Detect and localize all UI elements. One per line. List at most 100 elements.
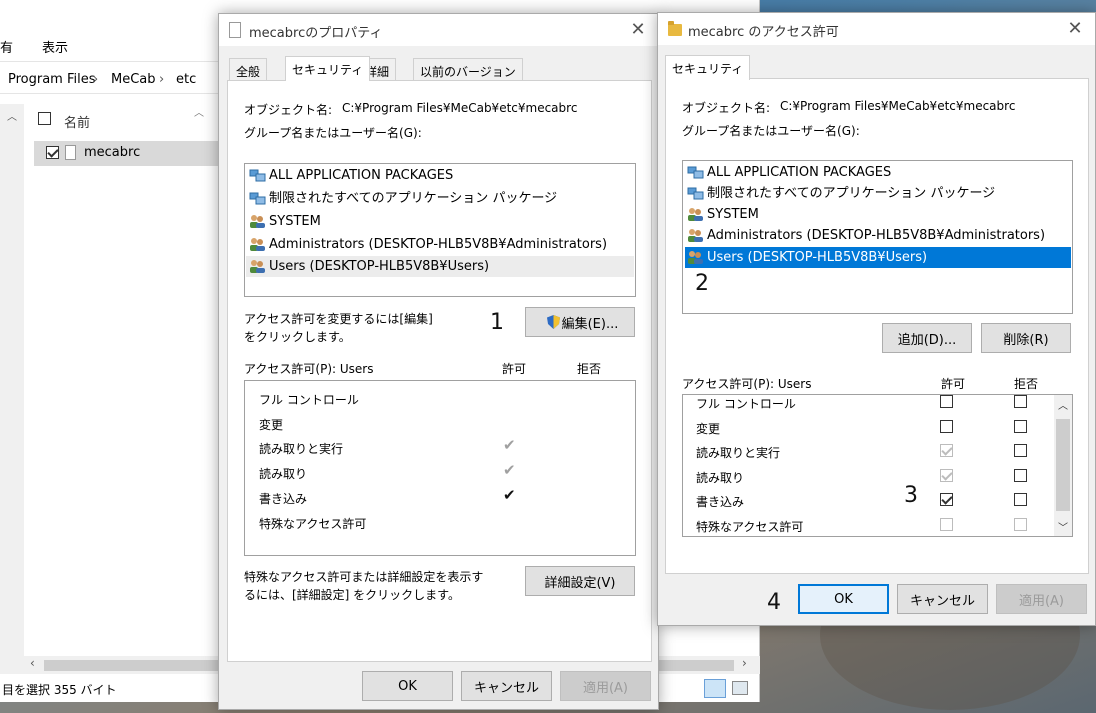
list-item[interactable]: 制限されたすべてのアプリケーション パッケージ [249, 188, 631, 209]
app-package-icon [249, 192, 266, 205]
tab-security[interactable]: セキュリティ [285, 56, 371, 81]
deny-header: 拒否 [1014, 377, 1039, 391]
close-icon[interactable]: ✕ [624, 17, 652, 43]
tab-general[interactable]: 全般 [229, 58, 268, 81]
scroll-thumb[interactable] [1056, 419, 1070, 511]
breadcrumb-program-files[interactable]: Program Files [8, 72, 96, 87]
principal-name: ALL APPLICATION PACKAGES [707, 165, 892, 180]
allow-checkbox[interactable] [940, 518, 953, 531]
list-item[interactable]: ALL APPLICATION PACKAGES [687, 162, 1070, 183]
apply-button[interactable]: 適用(A) [560, 671, 651, 701]
edit-hint-line1: アクセス許可を変更するには[編集] [244, 312, 433, 326]
inherited-check-icon: ✔ [503, 461, 516, 479]
ribbon-tab-share[interactable]: 有 [0, 37, 13, 56]
ok-button[interactable]: OK [798, 584, 889, 614]
deny-checkbox[interactable] [1014, 395, 1027, 408]
list-item[interactable]: SYSTEM [249, 211, 631, 232]
permission-name: 変更 [259, 418, 284, 432]
app-package-icon [687, 187, 704, 200]
tab-previous-versions[interactable]: 以前のバージョン [413, 58, 523, 81]
app-package-icon [687, 166, 704, 179]
app-package-icon [249, 169, 266, 182]
ribbon-tab-view[interactable]: 表示 [42, 37, 68, 56]
cancel-button[interactable]: キャンセル [897, 584, 988, 614]
permission-name: 特殊なアクセス許可 [259, 517, 367, 531]
deny-checkbox[interactable] [1014, 518, 1027, 531]
access-titlebar: mecabrc のアクセス許可 ✕ [658, 13, 1095, 45]
permissions-list[interactable]: フル コントロール 変更 読み取りと実行 読み取り 書き込み 特殊なアクセス許可 ︿ ﹀ [682, 394, 1073, 537]
select-all-checkbox[interactable] [38, 112, 51, 125]
allow-checkbox[interactable] [940, 468, 953, 482]
permissions-scrollbar[interactable]: ︿ ﹀ [1054, 395, 1072, 536]
list-item[interactable]: 制限されたすべてのアプリケーション パッケージ [687, 183, 1070, 204]
annotation-2: 2 [695, 271, 709, 296]
user-group-icon [250, 215, 265, 228]
permission-name: フル コントロール [696, 397, 796, 411]
list-item[interactable]: Administrators (DESKTOP-HLB5V8B¥Administ… [249, 234, 631, 255]
details-view-icon[interactable] [704, 679, 726, 698]
edit-hint-line2: をクリックします。 [244, 330, 351, 344]
principal-name: Users (DESKTOP-HLB5V8B¥Users) [707, 250, 928, 265]
annotation-4: 4 [767, 590, 781, 615]
large-icons-view-icon[interactable] [732, 681, 748, 695]
allow-checkbox[interactable] [940, 444, 953, 458]
permission-name: 読み取り [259, 467, 308, 481]
access-permissions-dialog: mecabrc のアクセス許可 ✕ セキュリティ オブジェクト名: C:¥Pro… [657, 12, 1096, 626]
principal-name: ALL APPLICATION PACKAGES [269, 168, 454, 183]
advanced-button[interactable]: 詳細設定(V) [525, 566, 635, 596]
permission-name: 書き込み [259, 492, 308, 506]
scroll-left-icon[interactable]: ‹ [30, 656, 35, 670]
list-item[interactable]: Administrators (DESKTOP-HLB5V8B¥Administ… [687, 225, 1070, 246]
annotation-1: 1 [490, 310, 504, 335]
explorer-vertical-scrollbar[interactable]: ︿ ﹀ [0, 104, 24, 674]
apply-button[interactable]: 適用(A) [996, 584, 1087, 614]
deny-checkbox[interactable] [1014, 468, 1027, 482]
tab-security[interactable]: セキュリティ [665, 55, 751, 80]
object-name-label: オブジェクト名: [682, 101, 771, 115]
deny-checkbox[interactable] [1014, 493, 1027, 507]
ok-button[interactable]: OK [362, 671, 453, 701]
permission-name: 読み取りと実行 [696, 446, 781, 461]
principal-name: 制限されたすべてのアプリケーション パッケージ [707, 186, 996, 201]
file-row[interactable]: mecabrc [34, 141, 224, 166]
user-group-icon [250, 260, 265, 273]
edit-button[interactable]: 編集(E)... [525, 307, 635, 337]
deny-checkbox[interactable] [1014, 444, 1027, 458]
allow-header: 許可 [502, 362, 527, 376]
principals-list[interactable]: ALL APPLICATION PACKAGES 制限されたすべてのアプリケーシ… [244, 163, 636, 297]
file-checkbox[interactable] [46, 146, 59, 159]
properties-dialog: mecabrcのプロパティ ✕ 全般 セキュリティ 詳細 以前のバージョン オブ… [218, 13, 659, 710]
folder-icon [668, 21, 682, 36]
close-icon[interactable]: ✕ [1061, 16, 1089, 42]
check-icon: ✔ [503, 486, 516, 504]
column-name-header[interactable]: 名前 [64, 112, 90, 131]
scroll-down-icon[interactable]: ﹀ [1058, 519, 1068, 534]
object-name-value: C:¥Program Files¥MeCab¥etc¥mecabrc [342, 101, 578, 115]
permission-name: 変更 [696, 421, 721, 436]
permission-name: 書き込み [696, 495, 745, 510]
deny-checkbox[interactable] [1014, 419, 1027, 433]
principal-name: Users (DESKTOP-HLB5V8B¥Users) [269, 259, 490, 274]
access-tab-panel: オブジェクト名: C:¥Program Files¥MeCab¥etc¥meca… [665, 78, 1089, 574]
principals-list[interactable]: ALL APPLICATION PACKAGES 制限されたすべてのアプリケーシ… [682, 160, 1073, 314]
cancel-button[interactable]: キャンセル [461, 671, 552, 701]
list-item-selected[interactable]: Users (DESKTOP-HLB5V8B¥Users) [246, 256, 634, 277]
security-tab-panel: オブジェクト名: C:¥Program Files¥MeCab¥etc¥meca… [227, 80, 652, 662]
breadcrumb-etc[interactable]: etc [176, 72, 196, 87]
list-item[interactable]: ALL APPLICATION PACKAGES [249, 165, 631, 186]
principal-name: SYSTEM [269, 214, 321, 229]
list-item-selected[interactable]: Users (DESKTOP-HLB5V8B¥Users) [685, 247, 1071, 268]
scroll-right-icon[interactable]: › [742, 656, 747, 670]
allow-checkbox[interactable] [940, 493, 953, 507]
permission-name: 読み取りと実行 [259, 442, 344, 456]
group-user-label: グループ名またはユーザー名(G): [244, 126, 422, 140]
remove-button[interactable]: 削除(R) [981, 323, 1071, 353]
allow-checkbox[interactable] [940, 395, 953, 408]
scroll-up-icon[interactable]: ︿ [1058, 397, 1068, 412]
advanced-hint-line1: 特殊なアクセス許可または詳細設定を表示す [244, 570, 484, 584]
edit-button-label: 編集(E)... [561, 316, 619, 332]
allow-checkbox[interactable] [940, 419, 953, 433]
breadcrumb-mecab[interactable]: MeCab [111, 72, 156, 87]
list-item[interactable]: SYSTEM [687, 204, 1070, 225]
add-button[interactable]: 追加(D)... [882, 323, 972, 353]
